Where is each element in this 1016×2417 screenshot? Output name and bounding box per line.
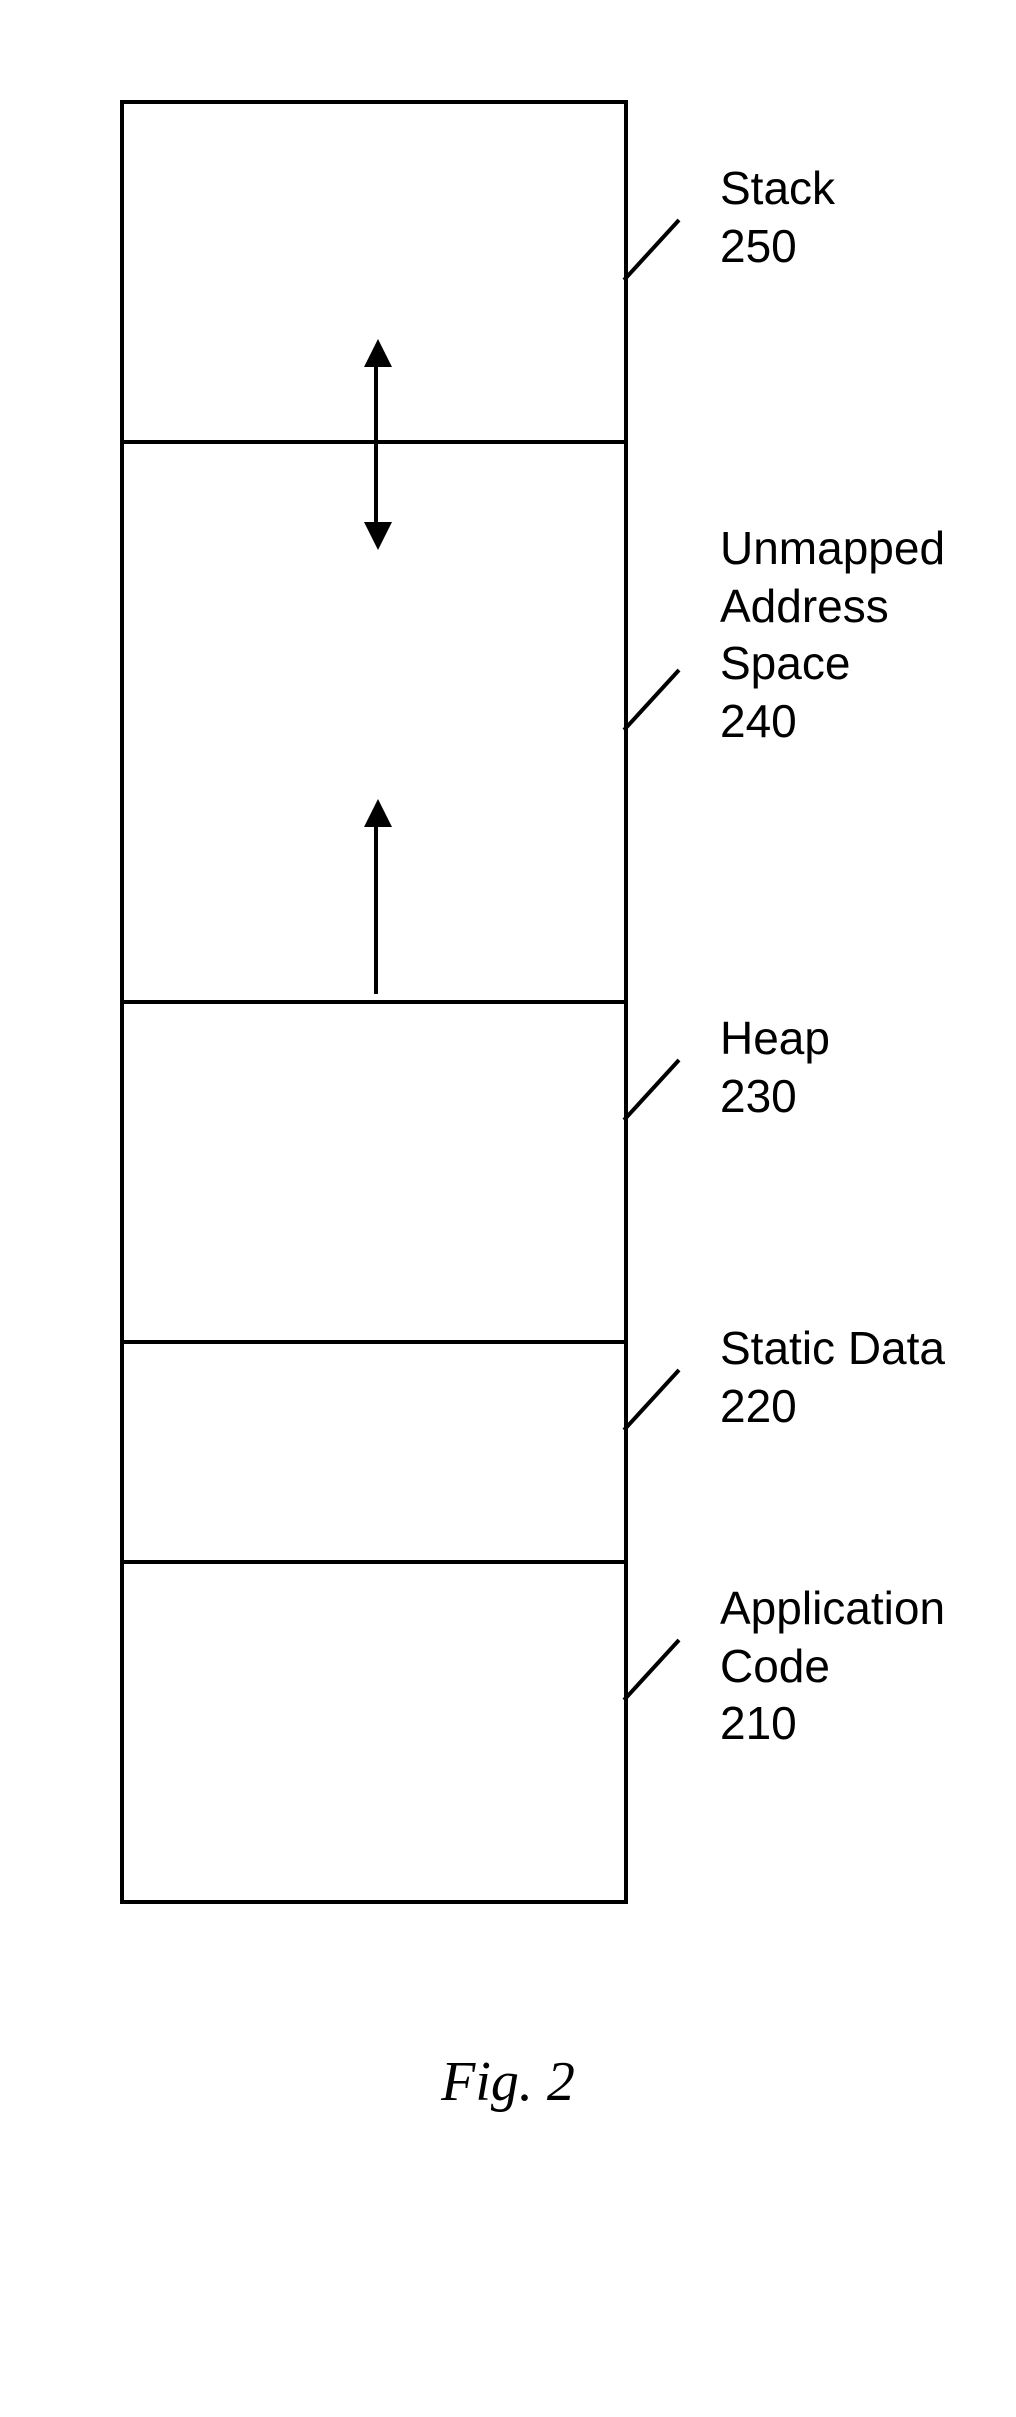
segment-stack	[124, 104, 624, 444]
segment-unmapped	[124, 444, 624, 1004]
leader-line	[624, 1640, 684, 1700]
memory-column	[120, 100, 628, 1904]
label-static: Static Data 220	[720, 1320, 945, 1435]
leader-line	[624, 1370, 684, 1430]
label-heap: Heap 230	[720, 1010, 830, 1125]
label-stack: Stack 250	[720, 160, 835, 275]
label-ref: 230	[720, 1070, 797, 1122]
arrow-up-icon	[364, 799, 392, 827]
label-text: Unmapped	[720, 522, 945, 574]
label-text: Heap	[720, 1012, 830, 1064]
label-text: Static Data	[720, 1322, 945, 1374]
label-text: Application	[720, 1582, 945, 1634]
label-ref: 210	[720, 1697, 797, 1749]
caption-text: Fig. 2	[441, 2051, 575, 2113]
segment-heap	[124, 1004, 624, 1344]
leader-line	[624, 670, 684, 730]
label-ref: 220	[720, 1380, 797, 1432]
label-unmapped: Unmapped Address Space 240	[720, 520, 945, 750]
segment-application-code	[124, 1564, 624, 1904]
label-text: Stack	[720, 162, 835, 214]
leader-line	[624, 220, 684, 280]
label-ref: 250	[720, 220, 797, 272]
leader-line	[624, 1060, 684, 1120]
label-text: Space	[720, 637, 850, 689]
figure-caption: Fig. 2	[0, 2050, 1016, 2114]
label-text: Code	[720, 1640, 830, 1692]
label-app: Application Code 210	[720, 1580, 945, 1753]
segment-static-data	[124, 1344, 624, 1564]
heap-grow-arrow-shaft	[374, 824, 378, 994]
label-ref: 240	[720, 695, 797, 747]
arrow-up-icon	[364, 339, 392, 367]
memory-layout-diagram: Stack 250 Unmapped Address Space 240 Hea…	[120, 100, 620, 1904]
label-text: Address	[720, 580, 889, 632]
